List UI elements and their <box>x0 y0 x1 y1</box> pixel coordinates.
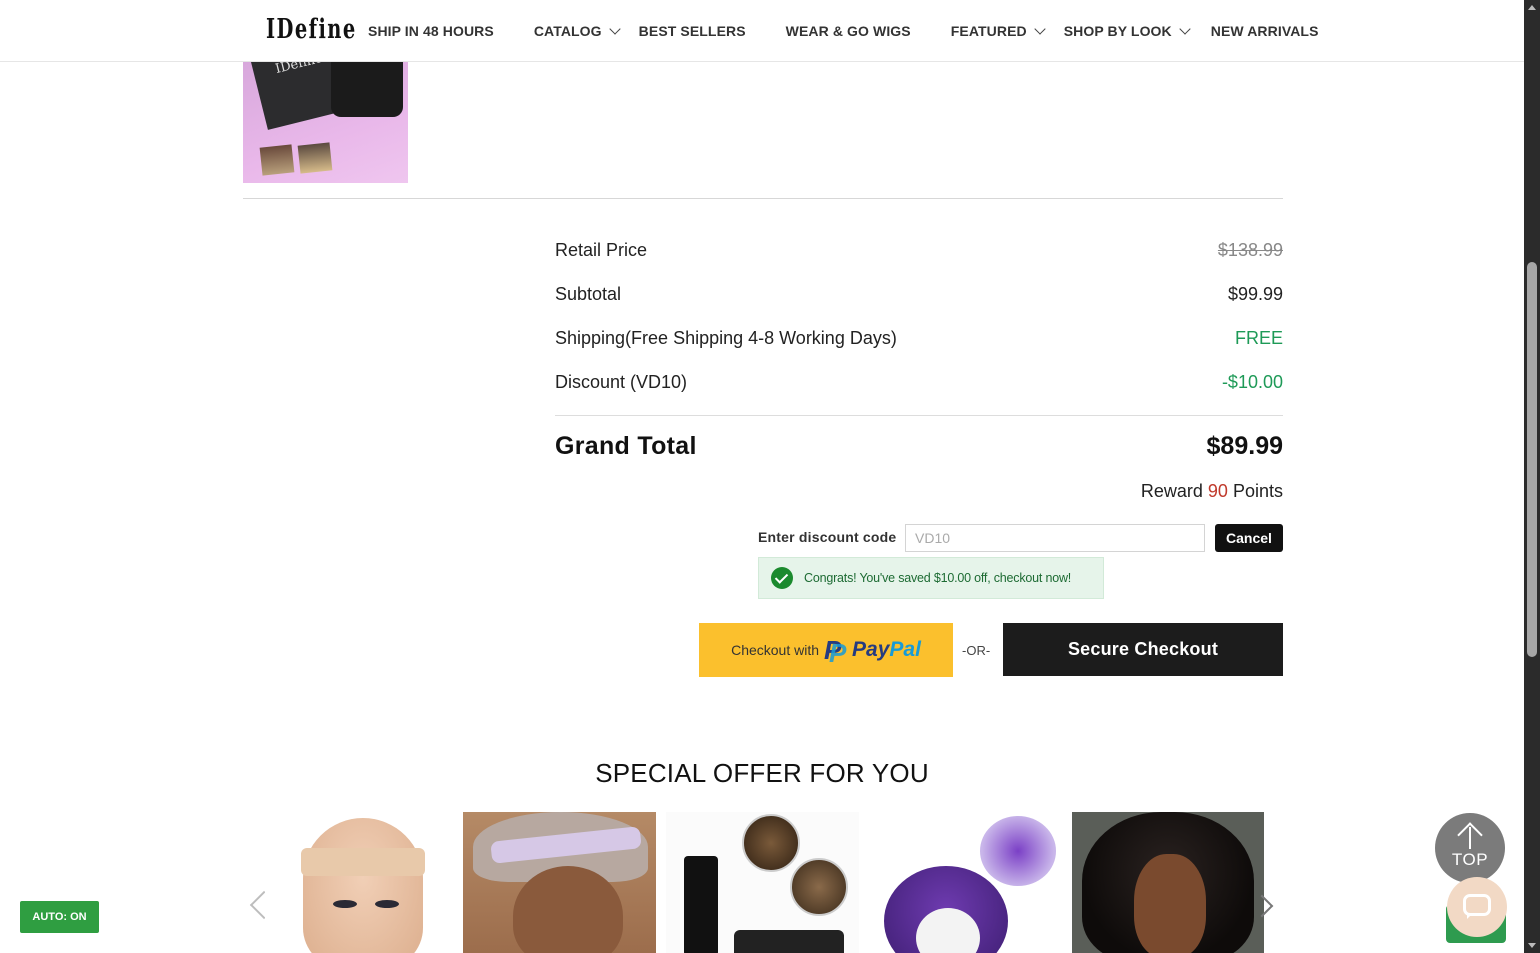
retail-price-value: $138.99 <box>1217 240 1283 260</box>
chevron-down-icon <box>1034 23 1046 35</box>
discount-row: Discount (VD10) -$10.00 <box>555 372 1283 398</box>
top-label: TOP <box>1451 850 1489 869</box>
reward-points-value: 90 <box>1207 481 1228 501</box>
nav-new-arrivals[interactable]: NEW ARRIVALS <box>1211 23 1319 39</box>
shipping-label: Shipping(Free Shipping 4-8 Working Days) <box>555 328 897 348</box>
discount-value: -$10.00 <box>1221 372 1283 392</box>
paypal-pal: Pal <box>889 638 921 661</box>
check-circle-icon <box>771 567 793 589</box>
paypal-pay: Pay <box>852 638 890 661</box>
nav-label: FEATURED <box>950 23 1027 39</box>
offer-product-card[interactable] <box>265 812 458 953</box>
subtotal-value: $99.99 <box>1227 284 1283 304</box>
retail-price-label: Retail Price <box>555 240 648 260</box>
mannequin-head <box>303 818 423 953</box>
retail-price-row: Retail Price $138.99 <box>555 240 1283 266</box>
nav-wear-go-wigs[interactable]: WEAR & GO WIGS <box>786 23 911 39</box>
grand-total-value: $89.99 <box>1206 432 1283 460</box>
nav-label: NEW ARRIVALS <box>1210 23 1319 39</box>
scroll-up-icon[interactable] <box>1528 5 1536 10</box>
chat-button[interactable] <box>1447 877 1507 937</box>
reward-suffix: Points <box>1232 481 1283 501</box>
mannequin-eye <box>375 900 399 908</box>
satin-bag <box>331 62 403 117</box>
paypal-wordmark: PayPal <box>852 638 921 662</box>
chevron-down-icon <box>1179 23 1191 35</box>
page-scrollbar[interactable] <box>1524 0 1540 953</box>
grand-total-row: Grand Total $89.99 <box>555 432 1283 466</box>
reward-points: Reward 90 Points <box>1141 481 1283 502</box>
mannequin-eye <box>333 900 357 908</box>
main-nav: SHIP IN 48 HOURS CATALOG BEST SELLERS WE… <box>368 0 1319 62</box>
model-face <box>1134 854 1206 953</box>
discount-code-label: Enter discount code <box>758 529 897 545</box>
nav-shop-by-look[interactable]: SHOP BY LOOK <box>1063 23 1191 39</box>
hair-swatch <box>297 142 333 174</box>
after-circle <box>790 858 848 916</box>
divider <box>243 198 1283 199</box>
grand-total-label: Grand Total <box>555 432 697 460</box>
product-jars <box>734 930 844 953</box>
nav-featured[interactable]: FEATURED <box>950 23 1046 39</box>
offer-product-card[interactable] <box>666 812 859 953</box>
site-logo[interactable]: IDefine <box>266 14 357 45</box>
nav-best-sellers[interactable]: BEST SELLERS <box>639 23 746 39</box>
bonnet-inset <box>980 816 1056 886</box>
back-to-top-button[interactable]: TOP <box>1435 813 1505 883</box>
paypal-prefix: Checkout with <box>731 642 820 658</box>
discount-code-input[interactable] <box>905 524 1205 552</box>
hair-swatch <box>259 144 295 176</box>
success-text: Congrats! You've saved $10.00 off, check… <box>804 571 1072 585</box>
subtotal-row: Subtotal $99.99 <box>555 284 1283 310</box>
chat-icon-tail <box>1467 913 1473 919</box>
product-bottle <box>684 856 718 953</box>
paypal-checkout-button[interactable]: Checkout with PP PayPal <box>699 623 953 677</box>
scroll-thumb[interactable] <box>1527 262 1537 657</box>
cart-product-image[interactable]: IDefine <box>243 62 408 183</box>
summary-divider <box>555 415 1283 416</box>
shipping-value: FREE <box>1234 328 1283 348</box>
auto-toggle-badge[interactable]: AUTO: ON <box>20 901 99 933</box>
nav-label: BEST SELLERS <box>638 23 746 39</box>
nav-label: SHOP BY LOOK <box>1063 23 1172 39</box>
offer-product-card[interactable] <box>1072 812 1264 953</box>
nav-label: WEAR & GO WIGS <box>785 23 911 39</box>
nav-label: SHIP IN 48 HOURS <box>368 23 494 39</box>
special-offer-title: SPECIAL OFFER FOR YOU <box>595 758 929 788</box>
nav-ship-48-hours[interactable]: SHIP IN 48 HOURS <box>368 23 494 39</box>
nav-catalog[interactable]: CATALOG <box>533 23 621 39</box>
discount-success-message: Congrats! You've saved $10.00 off, check… <box>758 557 1104 599</box>
scroll-down-icon[interactable] <box>1528 943 1536 948</box>
or-separator: -OR- <box>962 643 991 658</box>
paypal-logo-icon: PP <box>824 635 847 668</box>
arrow-stem <box>1469 827 1471 849</box>
reward-prefix: Reward <box>1140 481 1203 501</box>
site-header: IDefine SHIP IN 48 HOURS CATALOG BEST SE… <box>0 0 1524 62</box>
offer-product-card[interactable] <box>868 812 1061 953</box>
before-circle <box>742 814 800 872</box>
subtotal-label: Subtotal <box>555 284 622 304</box>
box-logo: IDefine <box>273 62 325 78</box>
shipping-row: Shipping(Free Shipping 4-8 Working Days)… <box>555 328 1283 354</box>
chevron-down-icon <box>609 23 621 35</box>
velvet-band <box>301 848 425 876</box>
offer-product-card[interactable] <box>463 812 656 953</box>
discount-label: Discount (VD10) <box>555 372 688 392</box>
cancel-discount-button[interactable]: Cancel <box>1215 524 1283 552</box>
secure-checkout-button[interactable]: Secure Checkout <box>1003 623 1283 676</box>
nav-label: CATALOG <box>533 23 602 39</box>
